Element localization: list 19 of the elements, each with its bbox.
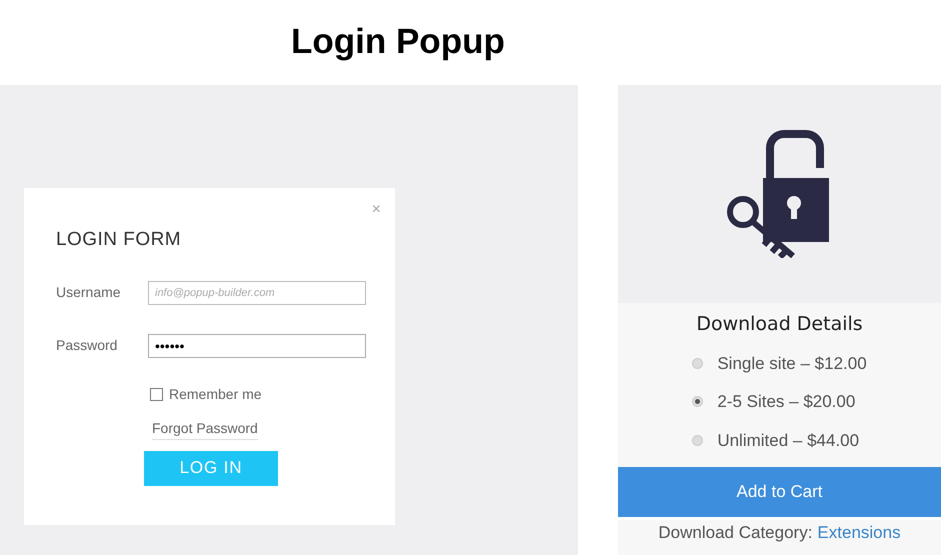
remember-checkbox[interactable] bbox=[150, 388, 163, 400]
field-label: Username bbox=[56, 283, 122, 302]
radio-button[interactable] bbox=[692, 434, 704, 446]
field-label: Password bbox=[56, 336, 118, 355]
radio-button[interactable] bbox=[692, 358, 704, 369]
remember-label: Remember me bbox=[169, 384, 262, 404]
price-option[interactable]: Single site – $12.00 bbox=[692, 350, 867, 376]
password-field[interactable]: •••••• bbox=[148, 334, 366, 358]
category-link[interactable]: Extensions bbox=[817, 520, 901, 555]
add-to-cart-button[interactable]: Add to Cart bbox=[618, 467, 941, 517]
details-title: Download Details bbox=[696, 312, 863, 337]
radio-button[interactable] bbox=[692, 396, 704, 408]
username-field[interactable]: info@popup-builder.com bbox=[148, 280, 366, 304]
price-option[interactable]: 2-5 Sites – $20.00 bbox=[692, 389, 867, 414]
price-option[interactable]: Unlimited – $44.00 bbox=[692, 428, 867, 453]
category-label: Download Category: bbox=[658, 522, 812, 544]
page-title: Login Popup bbox=[291, 21, 505, 64]
forgot-password-link[interactable]: Forgot Password bbox=[152, 418, 258, 440]
form-title: LOGIN FORM bbox=[56, 228, 182, 252]
